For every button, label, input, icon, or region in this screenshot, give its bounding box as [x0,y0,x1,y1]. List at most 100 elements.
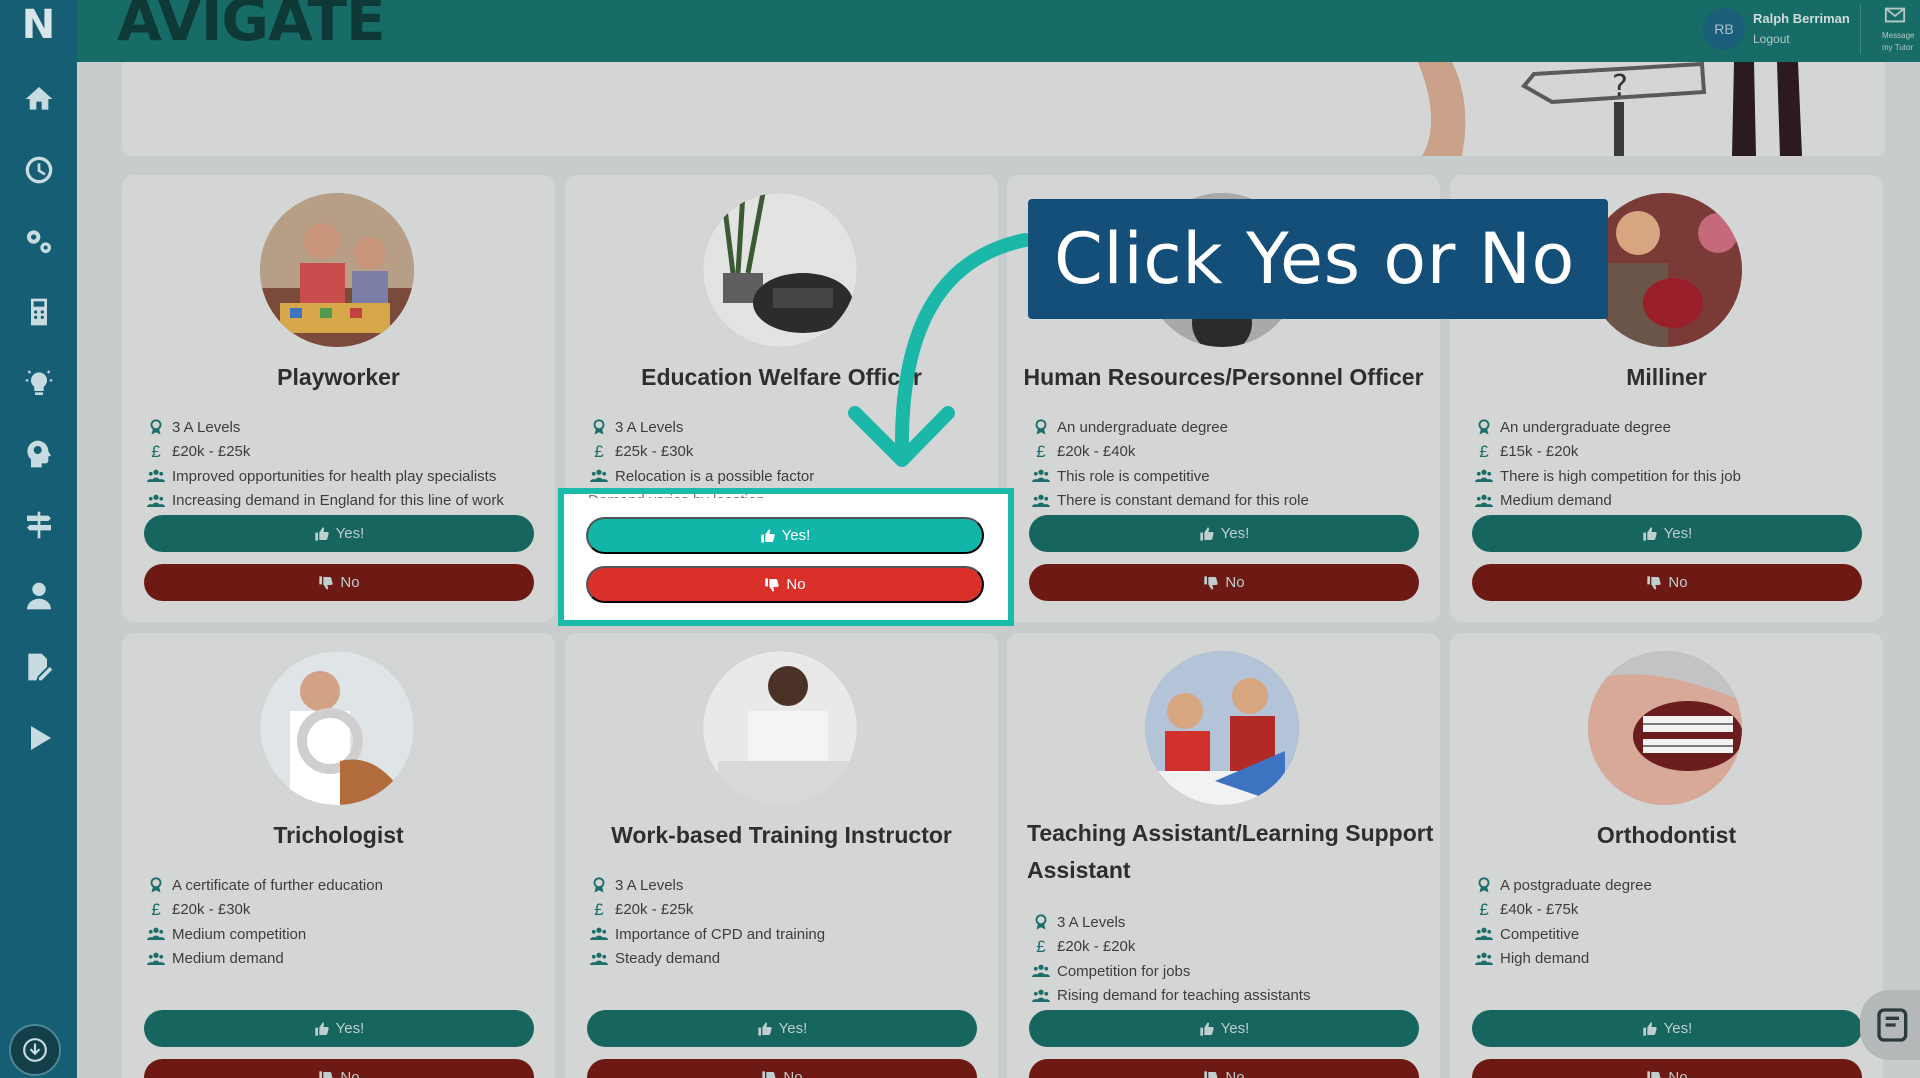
thumbs-down-icon [762,1070,777,1078]
sidebar-item-home[interactable] [0,74,77,124]
no-button[interactable]: No [587,1059,977,1078]
yes-button-highlighted[interactable]: Yes! [586,517,984,554]
no-label: No [340,574,360,591]
sidebar-item-ideas[interactable] [0,358,77,408]
job-fact: £ £25k - £30k [587,440,814,465]
job-fact: An undergraduate degree [1472,415,1741,440]
graduation-award-icon [1035,914,1047,930]
yes-label: Yes! [781,527,811,544]
no-button[interactable]: No [1472,564,1862,601]
yes-button[interactable]: Yes! [1029,515,1419,552]
download-button[interactable] [9,1024,61,1076]
message-tutor-button[interactable]: Message my Tutor [1882,4,1920,56]
navigate-logo[interactable]: N [0,0,77,50]
user-name: Ralph Berriman [1753,11,1850,26]
no-button[interactable]: No [144,1059,534,1078]
job-fact-text: There is high competition for this job [1500,467,1741,485]
yes-button[interactable]: Yes! [144,1010,534,1047]
yes-label: Yes! [1663,1020,1693,1037]
no-button-highlighted[interactable]: No [586,566,984,603]
job-fact-text: £20k - £25k [172,443,251,461]
yes-button[interactable]: Yes! [587,1010,977,1047]
no-button[interactable]: No [144,564,534,601]
thumbs-up-icon [1200,526,1214,541]
job-fact-text: 3 A Levels [1057,913,1126,931]
job-fact: 3 A Levels [587,415,814,440]
job-fact: 3 A Levels [587,873,825,898]
job-facts: 3 A Levels £ £20k - £25k Improved opportuni… [144,415,504,513]
graduation-award-icon [593,877,605,893]
yes-button[interactable]: Yes! [1472,1010,1862,1047]
sidebar-item-notes[interactable] [0,642,77,692]
yes-label: Yes! [1220,525,1250,542]
job-fact: This role is competitive [1029,464,1309,489]
job-fact: Relocation is a possible factor [587,464,814,489]
sidebar: N [0,0,77,1078]
job-photo [260,193,414,347]
app-brand[interactable]: AVIGATE [117,0,386,54]
job-fact-text: £20k - £40k [1057,443,1136,461]
download-icon [23,1038,47,1062]
logout-link[interactable]: Logout [1753,32,1790,46]
pound-icon: £ [1036,936,1046,956]
people-group-icon [147,469,165,483]
thumbs-down-icon [319,575,334,590]
job-photo [1588,193,1742,347]
job-fact: £ £20k - £25k [144,440,504,465]
sidebar-item-calculator[interactable] [0,287,77,337]
no-label: No [1225,1069,1245,1078]
help-widget-icon [1877,1008,1908,1042]
job-card: Work-based Training Instructor 3 A Level… [565,633,998,1078]
sidebar-item-profile-insights[interactable] [0,429,77,479]
thumbs-down-icon [319,1070,334,1078]
job-title: Orthodontist [1596,822,1737,848]
home-icon [25,87,52,110]
people-group-icon [147,494,165,507]
topbar-divider [1860,4,1861,54]
no-button[interactable]: No [1029,1059,1419,1078]
thumbs-down-icon [765,577,780,592]
job-fact-text: 3 A Levels [615,876,684,894]
job-facts: An undergraduate degree £ £20k - £40k This … [1029,415,1309,513]
people-group-icon [590,952,608,965]
job-fact: £ £20k - £20k [1029,935,1310,960]
svg-text:?: ? [1612,69,1628,104]
yes-button[interactable]: Yes! [1029,1010,1419,1047]
job-fact-text: Medium demand [172,950,284,968]
sidebar-item-history[interactable] [0,145,77,195]
thumbs-up-icon [315,1021,329,1036]
job-fact: There is high competition for this job [1472,464,1741,489]
sidebar-item-pathways[interactable] [0,500,77,550]
sidebar-item-settings[interactable] [0,216,77,266]
yes-button[interactable]: Yes! [144,515,534,552]
people-group-icon [590,927,608,941]
job-fact: Importance of CPD and training [587,922,825,947]
thumbs-up-icon [761,528,775,543]
sidebar-item-videos[interactable] [0,713,77,763]
job-photo [703,651,857,805]
job-fact-text: An undergraduate degree [1500,418,1671,436]
pound-icon: £ [1479,441,1489,461]
job-fact: Improved opportunities for health play s… [144,464,504,489]
job-facts: A certificate of further education £ £20k … [144,873,383,971]
job-fact: £ £20k - £25k [587,898,825,923]
help-widget[interactable] [1860,990,1920,1060]
job-facts: An undergraduate degree £ £15k - £20k There… [1472,415,1741,513]
job-fact-text: £20k - £25k [615,901,694,919]
people-group-icon [1032,989,1050,1002]
no-button[interactable]: No [1029,564,1419,601]
highlighted-choice-box: Demand varies by location Yes! No [558,488,1014,626]
avatar[interactable]: RB [1703,8,1745,50]
sidebar-item-account[interactable] [0,571,77,621]
job-title: Trichologist [273,822,404,848]
yes-button[interactable]: Yes! [1472,515,1862,552]
no-label: No [1225,574,1245,591]
no-button[interactable]: No [1472,1059,1862,1078]
job-fact-text: A postgraduate degree [1500,876,1652,894]
job-facts: 3 A Levels £ £20k - £25k Importance of CPD … [587,873,825,971]
job-fact-text: There is constant demand for this role [1057,492,1309,510]
top-bar: AVIGATE RB Ralph Berriman Logout Message… [77,0,1920,62]
job-fact-text: An undergraduate degree [1057,418,1228,436]
job-fact-text: Improved opportunities for health play s… [172,467,497,485]
banner-artwork: ? [1418,62,1802,156]
